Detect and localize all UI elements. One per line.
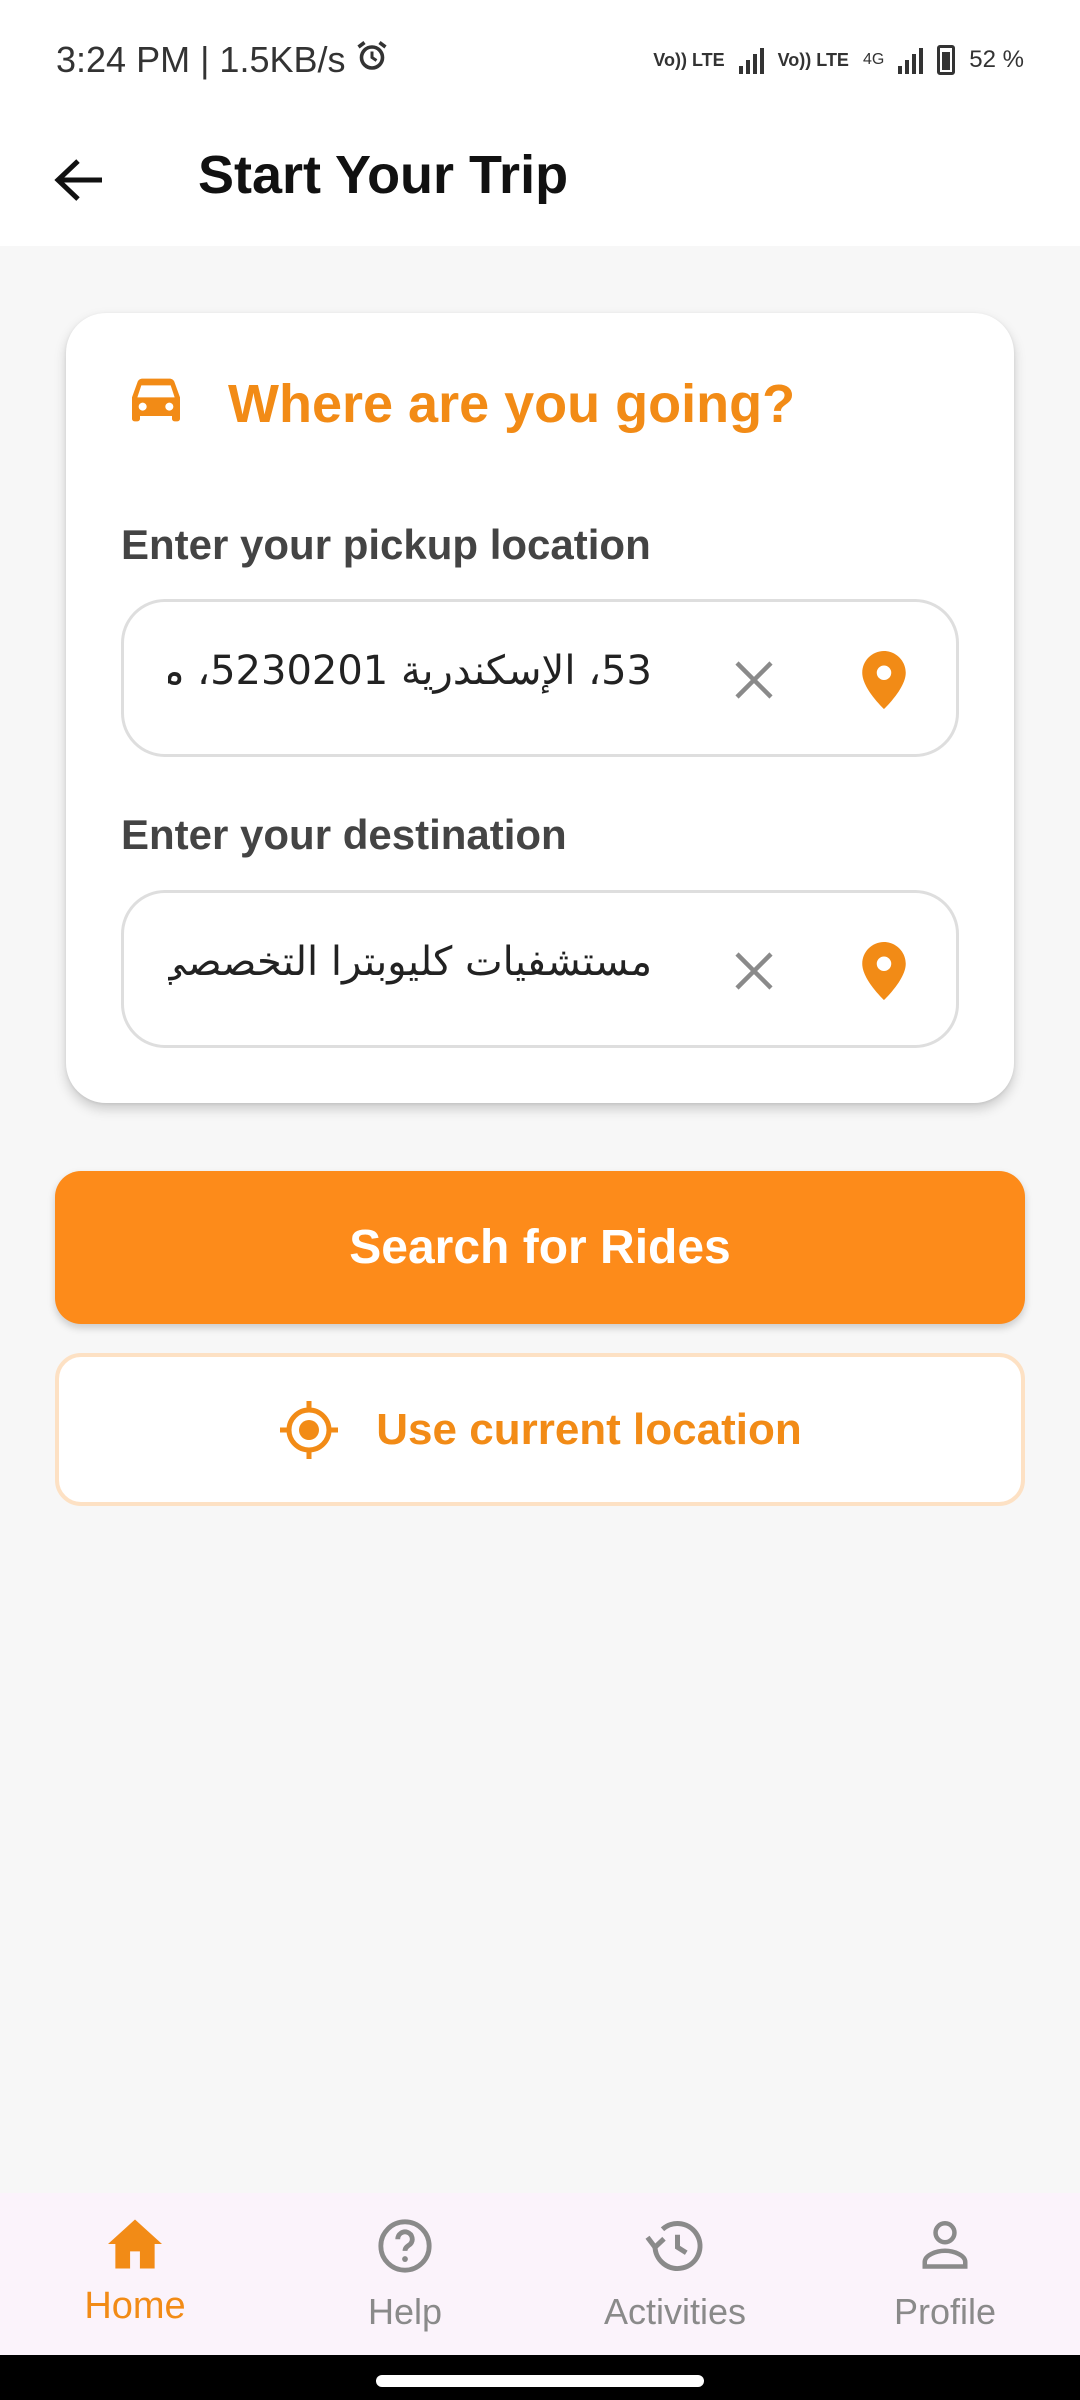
search-rides-button[interactable]: Search for Rides	[55, 1171, 1025, 1324]
nav-home[interactable]: Home	[0, 2193, 270, 2355]
nav-activities[interactable]: Activities	[540, 2193, 810, 2355]
status-left: 3:24 PM | 1.5KB/s	[56, 38, 390, 83]
nav-profile[interactable]: Profile	[810, 2193, 1080, 2355]
use-current-location-button[interactable]: Use current location	[55, 1353, 1025, 1506]
nav-profile-label: Profile	[893, 2291, 997, 2332]
app-bar: Start Your Trip	[0, 120, 1080, 246]
destination-map-button[interactable]	[854, 937, 914, 1005]
pickup-clear-button[interactable]	[724, 650, 784, 710]
network-type: 4G	[862, 51, 885, 68]
page-title: Start Your Trip	[198, 145, 569, 205]
back-button[interactable]	[50, 150, 110, 210]
arrow-back-icon	[54, 159, 102, 201]
home-gesture-bar[interactable]	[376, 2375, 704, 2387]
pickup-input[interactable]: 53، الإسكندرية 5230201، مصر	[168, 648, 652, 708]
alarm-icon	[354, 38, 390, 83]
person-icon	[918, 2217, 972, 2276]
destination-label: Enter your destination	[121, 811, 567, 858]
battery-percent: 52 %	[969, 46, 1024, 73]
history-icon	[645, 2217, 705, 2280]
status-time-speed: 3:24 PM | 1.5KB/s	[56, 39, 346, 80]
gesture-area	[0, 2355, 1080, 2400]
destination-field[interactable]: مستشفيات كليوبترا التخصصي	[121, 890, 959, 1048]
card-title: Where are you going?	[228, 374, 796, 434]
nav-help-label: Help	[367, 2291, 443, 2332]
trip-card: Where are you going? Enter your pickup l…	[66, 313, 1014, 1103]
help-icon	[376, 2217, 434, 2280]
nav-help[interactable]: Help	[270, 2193, 540, 2355]
use-current-location-label: Use current location	[376, 1404, 802, 1454]
volte-icon: Vo)) LTE	[777, 50, 849, 70]
pickup-map-button[interactable]	[854, 646, 914, 714]
nav-home-label: Home	[84, 2285, 186, 2327]
signal-icon	[898, 46, 924, 74]
location-pin-icon	[862, 651, 906, 709]
location-pin-icon	[862, 942, 906, 1000]
pickup-label: Enter your pickup location	[121, 521, 651, 568]
destination-clear-button[interactable]	[724, 941, 784, 1001]
bottom-nav: Home Help Activities Profile	[0, 2193, 1080, 2355]
battery-icon	[937, 45, 956, 75]
signal-icon	[738, 46, 764, 74]
close-icon	[735, 661, 773, 699]
close-icon	[735, 952, 773, 990]
car-icon	[132, 378, 180, 422]
status-right: Vo)) LTE Vo)) LTE 4G 52 %	[653, 45, 1024, 75]
status-bar: 3:24 PM | 1.5KB/s Vo)) LTE Vo)) LTE 4G 5…	[0, 0, 1080, 120]
card-header: Where are you going?	[124, 373, 795, 435]
home-icon	[105, 2217, 165, 2276]
nav-activities-label: Activities	[603, 2291, 747, 2332]
pickup-field[interactable]: 53، الإسكندرية 5230201، مصر	[121, 599, 959, 757]
destination-input[interactable]: مستشفيات كليوبترا التخصصي	[168, 939, 652, 999]
my-location-icon	[278, 1399, 340, 1461]
volte-icon: Vo)) LTE	[653, 50, 725, 70]
